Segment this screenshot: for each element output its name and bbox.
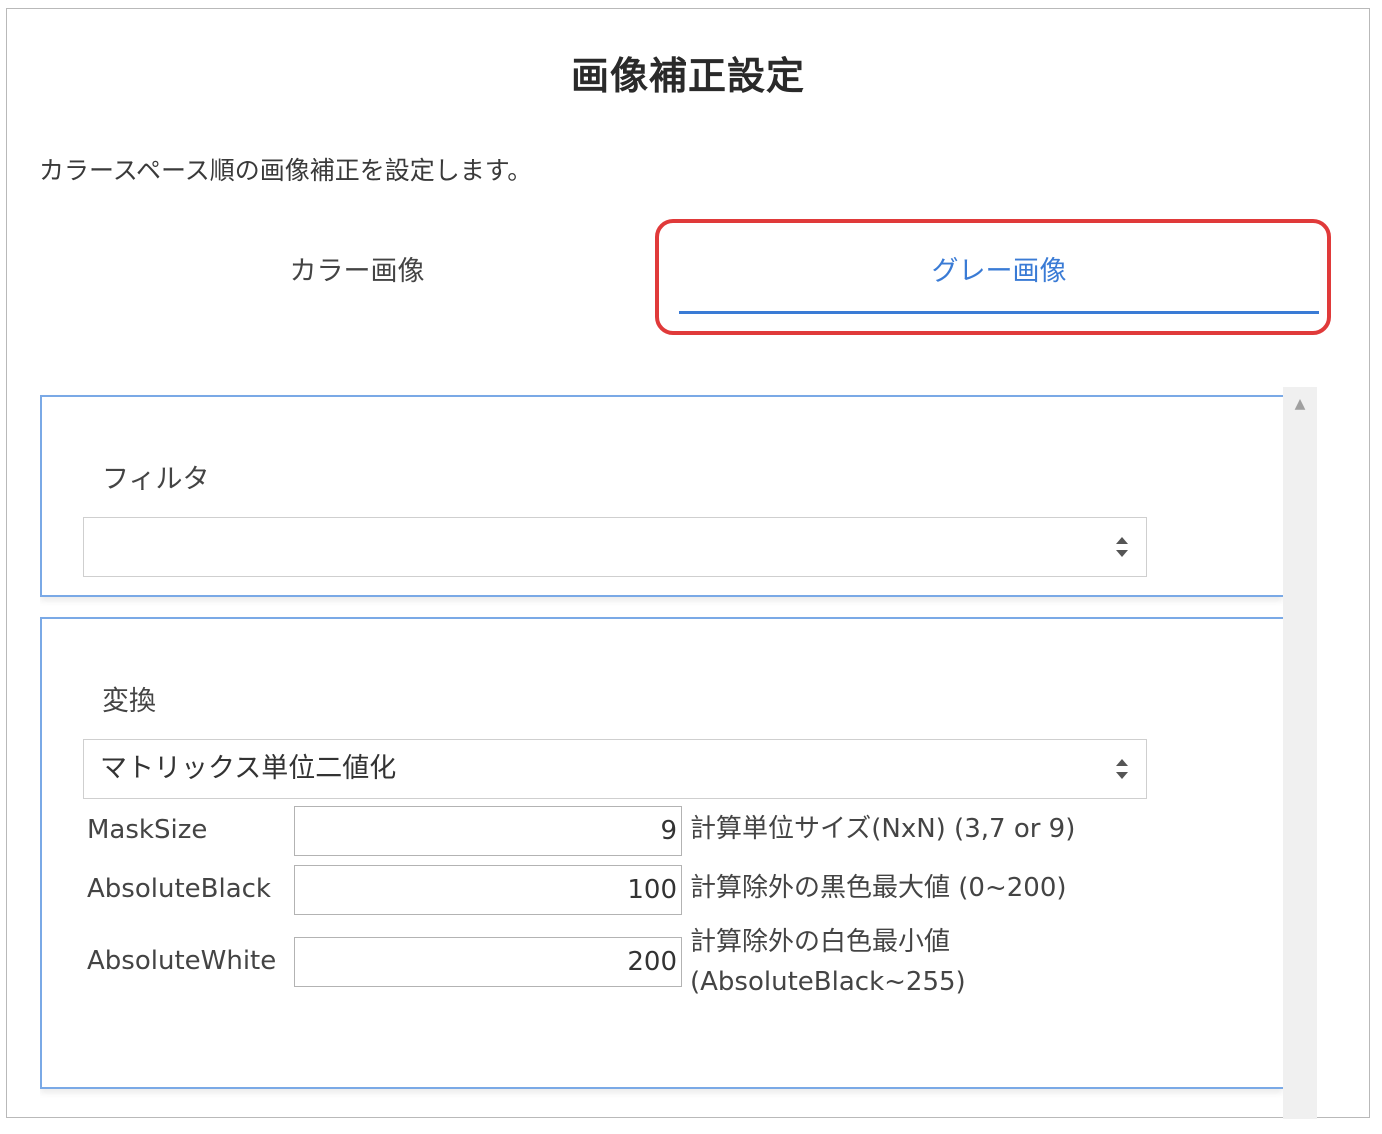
- convert-panel: 変換 マトリックス単位二値化 MaskSize 9 計算単位サイズ(NxN) (…: [40, 617, 1283, 1089]
- param-masksize-description-line1: 計算単位サイズ(NxN) (3,7 or 9): [690, 814, 1076, 844]
- tab-gray-image[interactable]: グレー画像: [679, 249, 1319, 309]
- param-masksize-name: MaskSize: [87, 815, 208, 845]
- tab-gray-image-label: グレー画像: [931, 256, 1067, 287]
- param-absoluteblack-input[interactable]: 100: [294, 865, 682, 915]
- param-masksize-description: 計算単位サイズ(NxN) (3,7 or 9): [690, 809, 1075, 849]
- convert-label: 変換: [102, 686, 156, 717]
- convert-select-value: マトリックス単位二値化: [100, 753, 397, 784]
- param-absolutewhite-name: AbsoluteWhite: [87, 946, 277, 976]
- param-absolutewhite-description: 計算除外の白色最小値 (AbsoluteBlack~255): [690, 922, 966, 1002]
- settings-dialog: 画像補正設定 カラースペース順の画像補正を設定します。 カラー画像 グレー画像 …: [6, 8, 1370, 1119]
- settings-scroll-area: フィルタ 変換 マトリックス単位二値化 MaskSize 9 計算単位サイズ(N…: [40, 387, 1318, 1119]
- convert-select[interactable]: マトリックス単位二値化: [83, 739, 1147, 799]
- select-arrows-icon: [1116, 759, 1128, 779]
- active-tab-indicator: [679, 311, 1319, 314]
- select-arrows-icon: [1116, 537, 1128, 557]
- param-absoluteblack-description: 計算除外の黒色最大値 (0~200): [690, 868, 1067, 908]
- scroll-up-arrow-icon[interactable]: ▲: [1283, 397, 1317, 411]
- param-masksize-input[interactable]: 9: [294, 806, 682, 856]
- tab-color-image[interactable]: カラー画像: [37, 249, 677, 309]
- param-absolutewhite-description-line1: 計算除外の白色最小値: [690, 927, 951, 957]
- param-absolutewhite-input[interactable]: 200: [294, 937, 682, 987]
- filter-label: フィルタ: [102, 464, 210, 495]
- tab-color-image-label: カラー画像: [289, 256, 425, 287]
- filter-select[interactable]: [83, 517, 1147, 577]
- param-absoluteblack-description-line1: 計算除外の黒色最大値 (0~200): [690, 873, 1067, 903]
- dialog-title: 画像補正設定: [570, 54, 805, 98]
- dialog-description: カラースペース順の画像補正を設定します。: [39, 156, 533, 185]
- filter-panel: フィルタ: [40, 395, 1283, 597]
- param-absolutewhite-description-line2: (AbsoluteBlack~255): [690, 967, 966, 997]
- param-absoluteblack-name: AbsoluteBlack: [87, 874, 271, 904]
- vertical-scrollbar[interactable]: ▲: [1283, 387, 1317, 1119]
